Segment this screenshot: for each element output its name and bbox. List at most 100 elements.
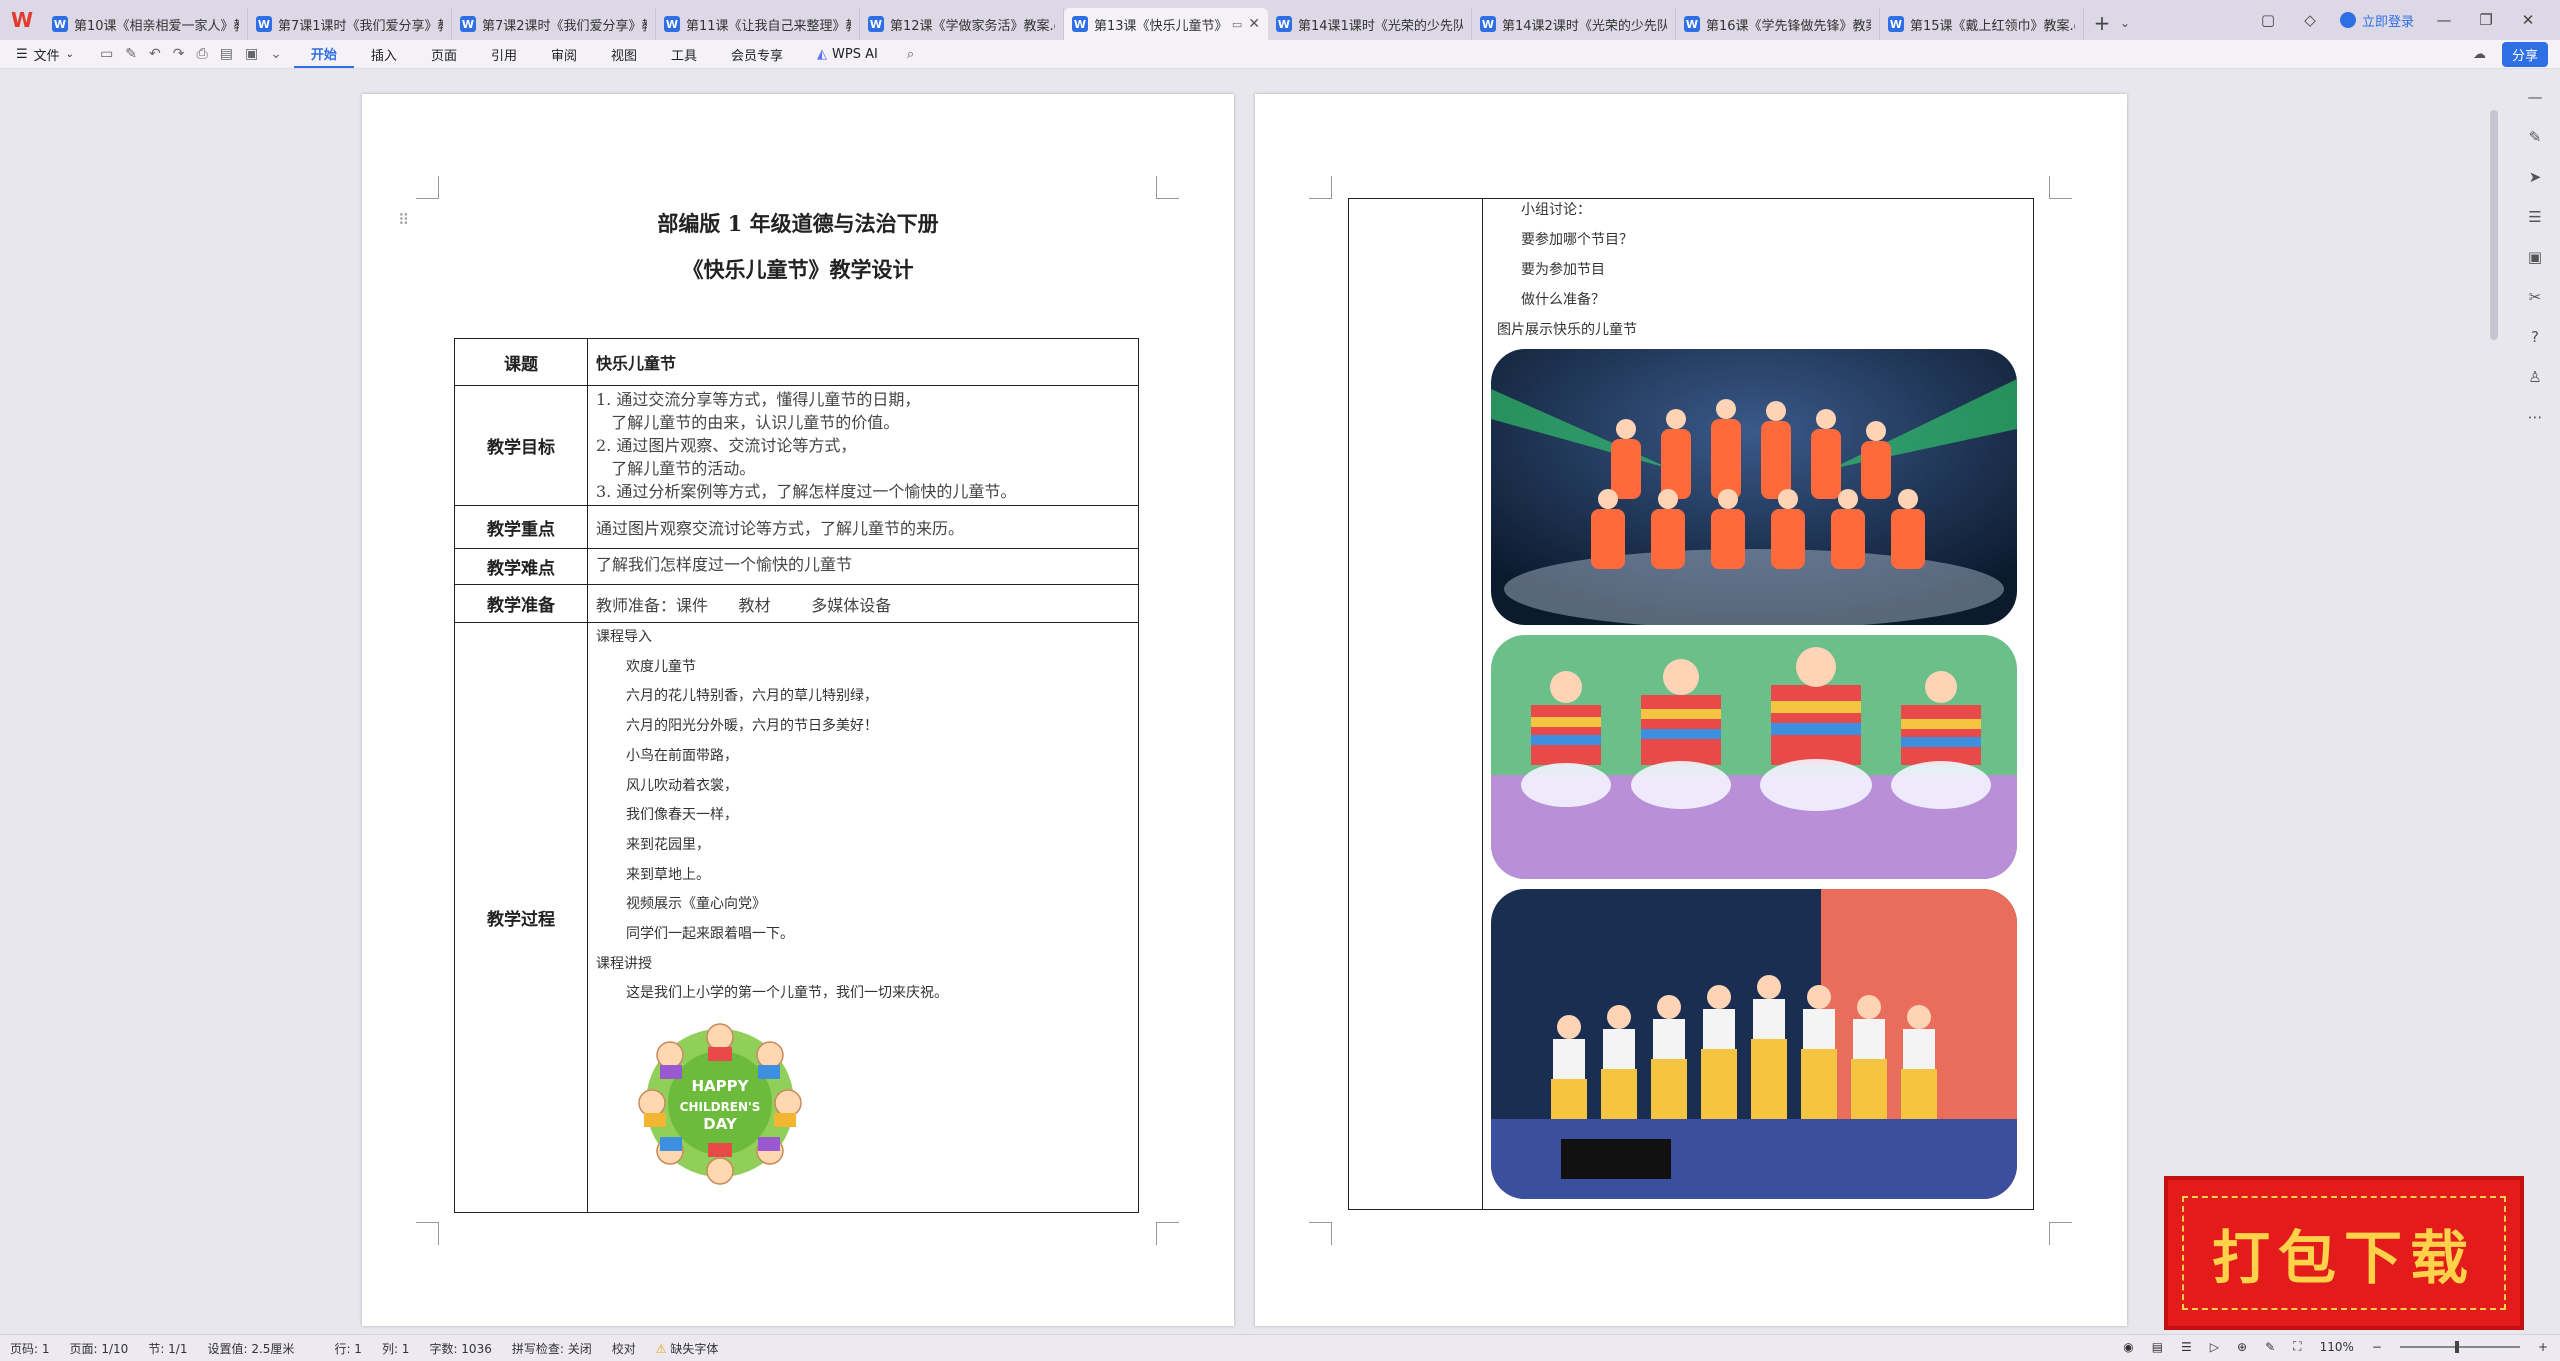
doc-title-line2[interactable]: 《快乐儿童节》教学设计 (362, 254, 1234, 284)
share-button[interactable]: 分享 (2501, 42, 2548, 67)
ribbon-tab[interactable]: 引用 (474, 40, 534, 68)
document-tab[interactable]: W 第14课1课时《光荣的少先队》 (1268, 8, 1472, 40)
lesson-plan-table[interactable]: 课题 快乐儿童节 教学目标 1. 通过交流分享等方式，懂得儿童节的日期， 了解儿… (454, 338, 1139, 1213)
goals-label: 教学目标 (454, 385, 588, 506)
status-missing-font[interactable]: ⚠ 缺失字体 (646, 1340, 729, 1357)
print-icon[interactable]: ⎙ (197, 46, 208, 62)
close-window-button[interactable]: ✕ (2516, 11, 2540, 29)
redo-icon[interactable]: ↷ (173, 46, 185, 62)
status-bar: 页码: 1 页面: 1/10 节: 1/1 设置值: 2.5厘米 行: 1 列:… (0, 1334, 2560, 1361)
print-preview-icon[interactable]: ▣ (245, 46, 258, 62)
login-button[interactable]: 立即登录 (2339, 11, 2414, 30)
difficulty-label: 教学难点 (454, 548, 588, 585)
childrens-day-photo-3[interactable] (1491, 889, 2017, 1199)
status-spellcheck[interactable]: 拼写检查: 关闭 (502, 1340, 602, 1357)
search-icon[interactable]: ⌕ (895, 47, 926, 62)
tab-list-dropdown-icon[interactable]: ⌄ (2120, 16, 2140, 30)
zoom-in-button[interactable]: + (2538, 1340, 2548, 1354)
quick-access-more-icon[interactable]: ⌄ (270, 46, 282, 62)
file-menu-button[interactable]: ☰ 文件 ⌄ (0, 45, 88, 64)
happy-childrens-day-illustration[interactable]: HAPPY CHILDREN'S DAY (634, 1017, 806, 1189)
fit-page-icon[interactable]: ⛶ (2293, 1339, 2301, 1354)
document-page-1[interactable]: ⠿ 部编版 1 年级道德与法治下册 《快乐儿童节》教学设计 课题 快乐儿童节 教… (362, 94, 1234, 1326)
doc-file-icon: W (1480, 16, 1496, 32)
document-tab[interactable]: W 第7课1课时《我们爱分享》教案 (248, 8, 452, 40)
zoom-slider[interactable] (2399, 1340, 2520, 1353)
image-tool-icon[interactable]: ▣ (2526, 248, 2544, 266)
add-tab-button[interactable]: + (2084, 11, 2120, 35)
ribbon-tab[interactable]: 页面 (414, 40, 474, 68)
screen-icon[interactable]: ▭ (1232, 18, 1242, 31)
document-tab[interactable]: W 第13课《快乐儿童节》 ▭ ✕ (1064, 8, 1268, 40)
document-tab[interactable]: W 第11课《让我自己来整理》教案 (656, 8, 860, 40)
more-icon[interactable]: ⋯ (2526, 408, 2544, 426)
childrens-day-photo-1[interactable] (1491, 349, 2017, 625)
doc-title-line1[interactable]: 部编版 1 年级道德与法治下册 (362, 208, 1234, 238)
ribbon-tab[interactable]: 视图 (594, 40, 654, 68)
select-cursor-icon[interactable]: ➤ (2526, 168, 2544, 186)
document-tab[interactable]: W 第12课《学做家务活》教案.doc (860, 8, 1064, 40)
key-point-value[interactable]: 通过图片观察交流讨论等方式，了解儿童节的来历。 (587, 505, 1139, 549)
format-painter-icon[interactable]: ✎ (125, 46, 137, 62)
ribbon-tab[interactable]: 会员专享 (714, 40, 800, 68)
prep-value[interactable]: 教师准备：课件 教材 多媒体设备 (587, 584, 1139, 623)
topic-value[interactable]: 快乐儿童节 (587, 338, 1139, 386)
minimize-button[interactable]: — (2432, 11, 2456, 29)
lesson-plan-table-continued[interactable]: 小组讨论： 要参加哪个节目？ 要为参加节目 做什么准备？ 图片展示快乐的儿童节 (1348, 198, 2034, 1210)
document-tab[interactable]: W 第10课《相亲相爱一家人》教案 (44, 8, 248, 40)
document-tab[interactable]: W 第15课《戴上红领巾》教案.doc (1880, 8, 2084, 40)
status-proofread[interactable]: 校对 (602, 1340, 646, 1357)
adjust-icon[interactable]: ☰ (2526, 208, 2544, 226)
ribbon-tab[interactable]: 开始 (293, 40, 354, 68)
export-pdf-icon[interactable]: ▤ (220, 46, 233, 62)
status-section[interactable]: 节: 1/1 (138, 1340, 197, 1357)
download-stamp-banner[interactable]: 打包下载 (2164, 1176, 2524, 1330)
outline-view-icon[interactable]: ☰ (2181, 1340, 2192, 1354)
pen-icon[interactable]: ✎ (2526, 128, 2544, 146)
cloud-sync-icon[interactable]: ☁ (2473, 47, 2486, 62)
restore-button[interactable]: ❐ (2474, 11, 2498, 29)
document-page-2[interactable]: 小组讨论： 要参加哪个节目？ 要为参加节目 做什么准备？ 图片展示快乐的儿童节 (1255, 94, 2127, 1326)
close-tab-icon[interactable]: ✕ (1248, 16, 1260, 32)
zoom-out-button[interactable]: − (2372, 1340, 2382, 1354)
status-row[interactable]: 行: 1 (324, 1340, 372, 1357)
skin-icon[interactable]: ◇ (2298, 11, 2322, 29)
magic-tool-icon[interactable]: ✂ (2526, 288, 2544, 306)
process-value[interactable]: 课程导入 欢度儿童节 六月的花儿特别香，六月的草儿特别绿， 六月的阳光分外暖，六月的节… (587, 622, 1139, 1213)
status-setting[interactable]: 设置值: 2.5厘米 (197, 1340, 304, 1357)
childrens-day-photo-2[interactable] (1491, 635, 2017, 879)
ribbon-tab[interactable]: 插入 (354, 40, 414, 68)
edit-mode-icon[interactable]: ✎ (2265, 1340, 2275, 1354)
wps-ai-button[interactable]: ◭ WPS AI (800, 47, 895, 62)
tab-label: 第14课2课时《光荣的少先队》 (1502, 18, 1667, 34)
difficulty-value[interactable]: 了解我们怎样度过一个愉快的儿童节 (587, 548, 1139, 585)
ribbon-tab[interactable]: 审阅 (534, 40, 594, 68)
process-line: 同学们一起来跟着唱一下。 (626, 926, 794, 943)
status-col[interactable]: 列: 1 (372, 1340, 420, 1357)
status-page[interactable]: 页面: 1/10 (60, 1340, 139, 1357)
process-line: 视频展示《童心向党》 (626, 896, 766, 913)
document-tab[interactable]: W 第14课2课时《光荣的少先队》 (1472, 8, 1676, 40)
play-icon[interactable]: ▷ (2210, 1340, 2219, 1354)
ribbon-tab[interactable]: 工具 (654, 40, 714, 68)
save-icon[interactable]: ▭ (100, 46, 113, 62)
document-tab[interactable]: W 第7课2课时《我们爱分享》教案 (452, 8, 656, 40)
collapse-panel-icon[interactable]: — (2526, 88, 2544, 106)
status-words[interactable]: 字数: 1036 (419, 1340, 501, 1357)
eye-protect-icon[interactable]: ◉ (2123, 1340, 2133, 1354)
shirt-icon[interactable]: ♙ (2526, 368, 2544, 386)
status-page-code[interactable]: 页码: 1 (0, 1340, 60, 1357)
process-line: 我们像春天一样， (626, 807, 738, 824)
process-line: 小鸟在前面带路， (626, 747, 738, 764)
web-view-icon[interactable]: ⊕ (2237, 1340, 2247, 1354)
help-icon[interactable]: ? (2526, 328, 2544, 346)
undo-icon[interactable]: ↶ (149, 46, 161, 62)
wps-logo-icon[interactable]: W (0, 0, 44, 40)
document-tab[interactable]: W 第16课《学先锋做先锋》教案.d (1676, 8, 1880, 40)
margin-mark (1156, 176, 1179, 199)
goals-value[interactable]: 1. 通过交流分享等方式，懂得儿童节的日期， 了解儿童节的由来，认识儿童节的价值… (587, 385, 1139, 506)
page-view-icon[interactable]: ▤ (2152, 1340, 2163, 1354)
vertical-scrollbar[interactable] (2490, 110, 2498, 340)
zoom-level[interactable]: 110% (2320, 1340, 2354, 1354)
window-layout-icon[interactable]: ▢ (2256, 11, 2280, 29)
